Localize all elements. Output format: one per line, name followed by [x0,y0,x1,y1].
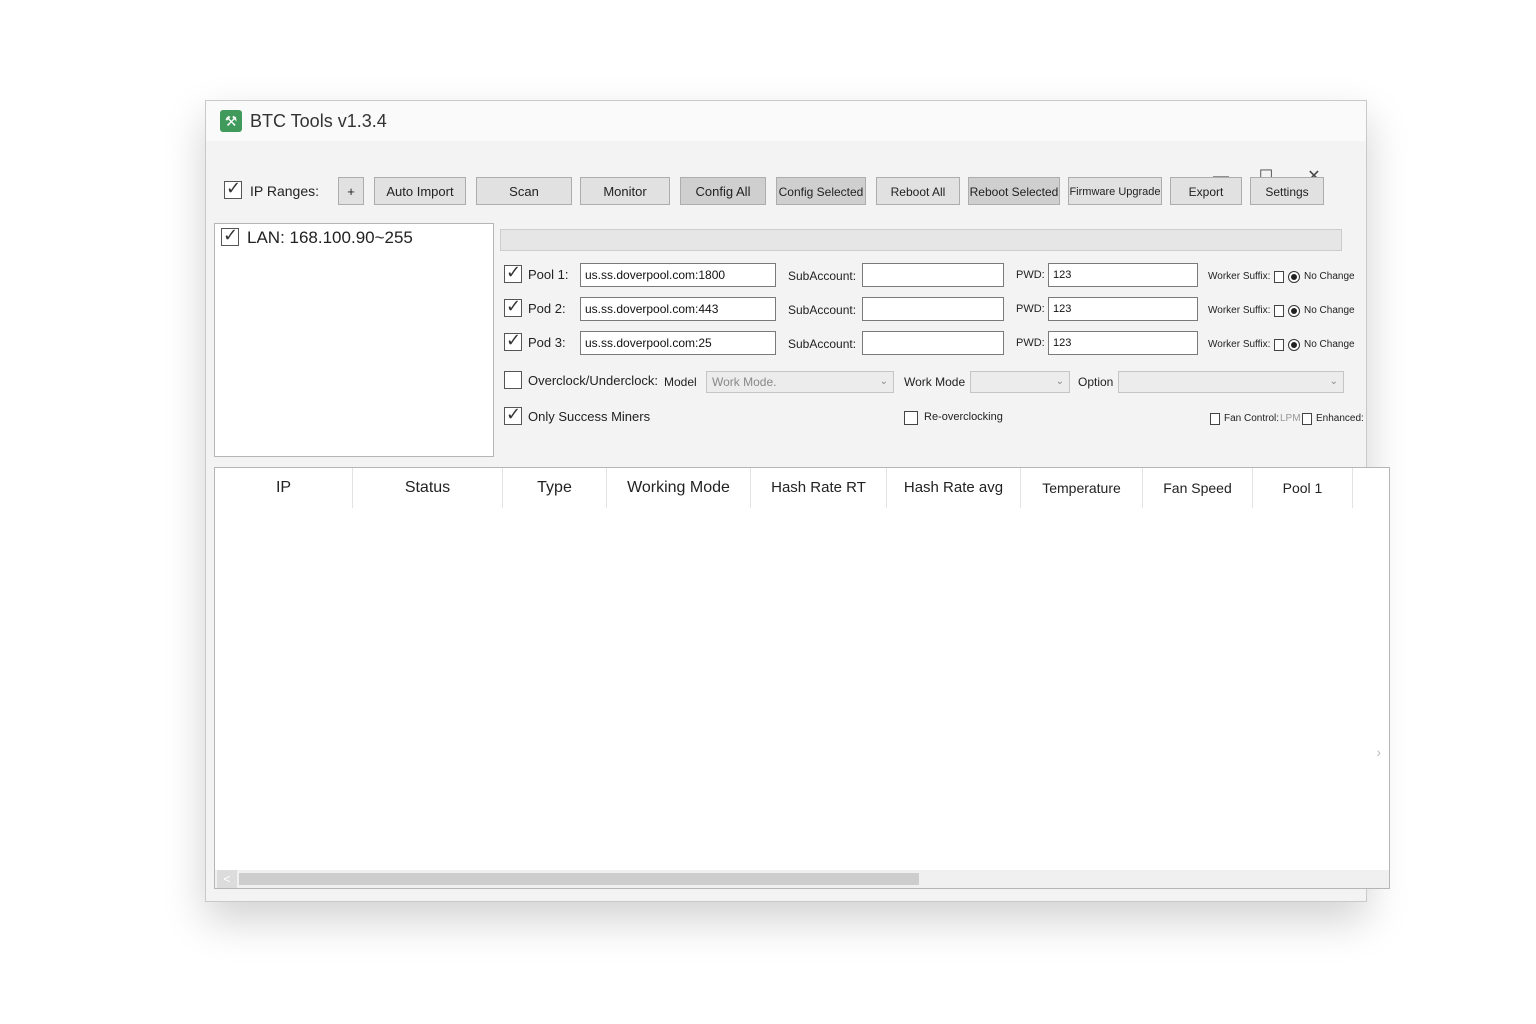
checkbox-icon [224,178,242,199]
fan-control-label: Fan Control: [1224,413,1280,424]
ip-ranges-checkbox[interactable] [224,178,242,204]
pool1-no-change-radio[interactable] [1288,271,1300,283]
option-select[interactable]: ⌄ [1118,371,1344,393]
checkbox-icon [504,296,522,317]
only-success-checkbox[interactable] [504,404,522,430]
option-label: Option [1078,375,1114,389]
scan-button[interactable]: Scan [476,177,572,205]
work-mode-select[interactable]: ⌄ [970,371,1070,393]
pool2-subaccount-label: SubAccount: [788,303,857,317]
pool2-worker-suffix-checkbox[interactable] [1274,305,1284,317]
pool3-subaccount-input[interactable] [862,331,1004,355]
overclock-label: Overclock/Underclock: [528,373,659,388]
pool1-pwd-label: PWD: [1016,269,1045,281]
ip-ranges-label: IP Ranges: [250,183,320,199]
chevron-down-icon: ⌄ [879,376,888,387]
pool2-pwd-label: PWD: [1016,303,1045,315]
pool3-no-change-radio[interactable] [1288,339,1300,351]
scroll-left-icon[interactable]: < [217,870,237,888]
pool2-no-change-radio[interactable] [1288,305,1300,317]
settings-button[interactable]: Settings [1250,177,1324,205]
firmware-upgrade-button[interactable]: Firmware Upgrade [1068,177,1162,205]
screenshot-stage: ⚒ BTC Tools v1.3.4 — ☐ ✕ IP Ranges: + Au… [0,0,1536,1024]
chevron-down-icon: ⌄ [1055,376,1064,387]
add-range-button[interactable]: + [338,177,364,205]
model-select-value: Work Mode. [712,375,777,389]
enhanced-checkbox[interactable] [1302,413,1312,425]
export-button[interactable]: Export [1170,177,1242,205]
column-header-working-mode[interactable]: Working Mode [607,468,751,508]
work-mode-label: Work Mode [904,375,966,389]
column-header-fan-speed[interactable]: Fan Speed [1143,468,1253,508]
reboot-selected-button[interactable]: Reboot Selected [968,177,1060,205]
column-header-hash-rate-avg[interactable]: Hash Rate avg [887,468,1021,508]
fan-control-checkbox[interactable] [1210,413,1220,425]
pool1-no-change-label: No Change [1304,271,1355,282]
pool1-checkbox[interactable] [504,262,522,288]
checkbox-icon [504,330,522,351]
checkbox-icon [221,225,239,246]
fan-control-unit: LPM [1280,413,1301,424]
overclock-checkbox[interactable] [504,371,522,394]
pool3-subaccount-label: SubAccount: [788,337,857,351]
app-logo-icon: ⚒ [220,110,242,132]
checkbox-icon [504,262,522,283]
pool1-pwd-input[interactable]: 123 [1048,263,1198,287]
model-label: Model [664,375,697,389]
pool2-url-input[interactable]: us.ss.doverpool.com:443 [580,297,776,321]
pool3-label: Pod 3: [528,335,566,350]
chevron-down-icon: ⌄ [1329,376,1338,387]
title-bar: ⚒ BTC Tools v1.3.4 [206,101,1366,141]
window-title: BTC Tools v1.3.4 [250,111,387,131]
scrollbar-thumb[interactable] [239,873,919,885]
pool3-pwd-label: PWD: [1016,337,1045,349]
model-select[interactable]: Work Mode. ⌄ [706,371,894,393]
pool1-url-input[interactable]: us.ss.doverpool.com:1800 [580,263,776,287]
pool1-worker-suffix-label: Worker Suffix: [1208,271,1271,282]
auto-import-button[interactable]: Auto Import [374,177,466,205]
pool1-subaccount-label: SubAccount: [788,269,857,283]
horizontal-scrollbar[interactable]: < [215,870,1389,888]
pool1-worker-suffix-checkbox[interactable] [1274,271,1284,283]
pool2-label: Pod 2: [528,301,566,316]
pool3-no-change-label: No Change [1304,339,1355,350]
column-header-status[interactable]: Status [353,468,503,508]
miner-table[interactable]: IP Status Type Working Mode Hash Rate RT… [214,467,1390,889]
column-header-type[interactable]: Type [503,468,607,508]
pool1-label: Pool 1: [528,267,569,282]
config-selected-button[interactable]: Config Selected [776,177,866,205]
pool2-pwd-input[interactable]: 123 [1048,297,1198,321]
pool2-no-change-label: No Change [1304,305,1355,316]
lan-range-label: LAN: 168.100.90~255 [247,228,413,247]
pool3-worker-suffix-label: Worker Suffix: [1208,339,1271,350]
enhanced-label: Enhanced: [1316,413,1364,424]
column-header-ip[interactable]: IP [215,468,353,508]
monitor-button[interactable]: Monitor [580,177,670,205]
pool2-checkbox[interactable] [504,296,522,322]
pool3-worker-suffix-checkbox[interactable] [1274,339,1284,351]
config-all-button[interactable]: Config All [680,177,766,205]
re-overclocking-label: Re-overclocking [924,411,1003,423]
column-header-temperature[interactable]: Temperature [1021,468,1143,508]
pool1-subaccount-input[interactable] [862,263,1004,287]
column-header-hash-rate-rt[interactable]: Hash Rate RT [751,468,887,508]
pool3-checkbox[interactable] [504,330,522,356]
pool3-url-input[interactable]: us.ss.doverpool.com:25 [580,331,776,355]
re-overclocking-checkbox[interactable] [904,411,918,425]
checkbox-icon [504,404,522,425]
ip-range-list[interactable]: LAN: 168.100.90~255 [214,223,494,457]
app-window: ⚒ BTC Tools v1.3.4 — ☐ ✕ IP Ranges: + Au… [205,100,1390,902]
pool2-worker-suffix-label: Worker Suffix: [1208,305,1271,316]
lan-range-checkbox[interactable] [221,225,239,251]
scroll-right-icon[interactable]: › [1376,744,1381,760]
column-header-pool1[interactable]: Pool 1 [1253,468,1353,508]
scan-progress-bar [500,229,1342,251]
pool3-pwd-input[interactable]: 123 [1048,331,1198,355]
pool2-subaccount-input[interactable] [862,297,1004,321]
reboot-all-button[interactable]: Reboot All [876,177,960,205]
only-success-label: Only Success Miners [528,409,651,424]
checkbox-icon [504,371,522,389]
